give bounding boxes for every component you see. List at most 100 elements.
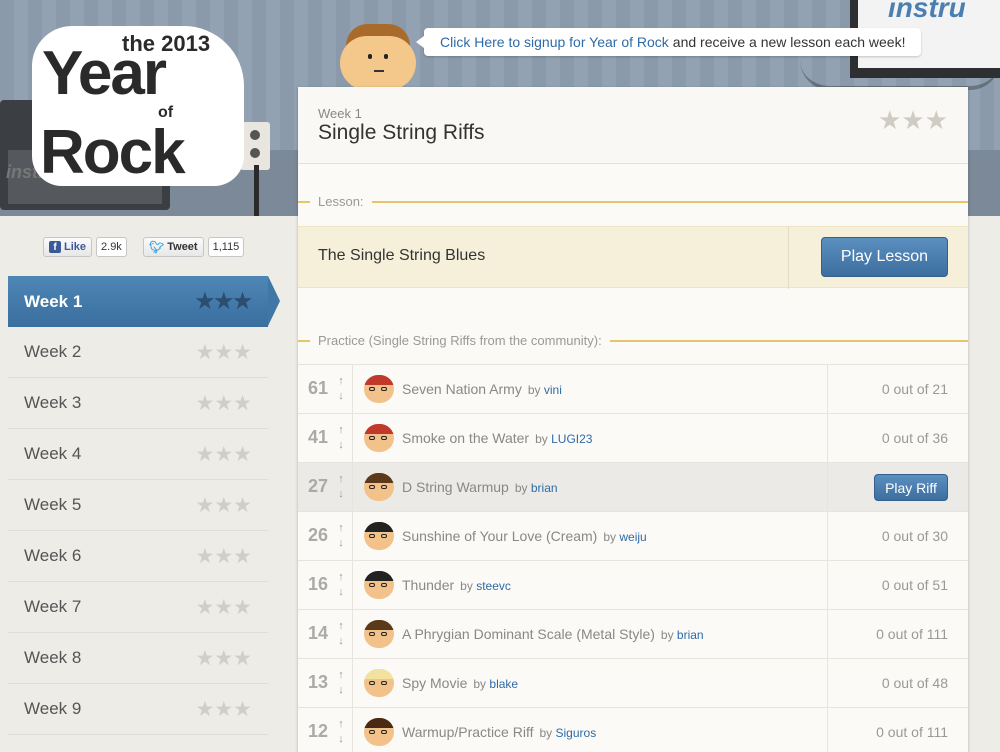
riff-author-link[interactable]: brian xyxy=(677,628,704,642)
practice-section-label: Practice (Single String Riffs from the c… xyxy=(310,333,610,348)
riff-progress: 0 out of 51 xyxy=(881,577,948,593)
tweet-count: 1,115 xyxy=(207,237,245,257)
sidebar-item-week-9[interactable]: Week 9 ★★★ xyxy=(8,684,268,735)
lesson-name: The Single String Blues xyxy=(318,247,486,264)
sidebar-item-week-7[interactable]: Week 7 ★★★ xyxy=(8,582,268,633)
stars-icon: ★★★ xyxy=(195,493,252,517)
riff-row[interactable]: 12 ↑ ↓ Warmup/Practice Riff by Siguros 0 out … xyxy=(298,707,968,752)
riff-title[interactable]: Sunshine of Your Love (Cream) xyxy=(402,528,597,544)
riff-title-wrap: Seven Nation Army by vini xyxy=(402,381,562,397)
vote-score: 41 xyxy=(308,427,329,447)
stars-icon: ★★★ xyxy=(195,391,252,415)
user-avatar xyxy=(364,424,394,452)
user-avatar xyxy=(364,571,394,599)
riff-row[interactable]: 61 ↑ ↓ Seven Nation Army by vini 0 out of 21 xyxy=(298,364,968,413)
user-avatar xyxy=(364,473,394,501)
lesson-section-header: Lesson: xyxy=(298,192,968,212)
play-lesson-button[interactable]: Play Lesson xyxy=(821,237,948,277)
riff-progress: 0 out of 36 xyxy=(881,430,948,446)
riff-author-link[interactable]: Siguros xyxy=(556,726,597,740)
vote-arrows-icon[interactable]: ↑ ↓ xyxy=(336,717,346,747)
lesson-panel: Week 1 Single String Riffs ★★★ Lesson: T… xyxy=(298,87,968,752)
vote-arrows-icon[interactable]: ↑ ↓ xyxy=(336,668,346,698)
vote-arrows-icon[interactable]: ↑ ↓ xyxy=(336,570,346,600)
riff-title[interactable]: D String Warmup xyxy=(402,479,509,495)
twitter-bird-icon: 🐦︎ xyxy=(149,240,165,254)
riff-row[interactable]: 27 ↑ ↓ D String Warmup by brian Play Riff xyxy=(298,462,968,511)
vote-arrows-icon[interactable]: ↑ ↓ xyxy=(336,521,346,551)
riff-author-link[interactable]: vini xyxy=(544,383,562,397)
facebook-icon: f xyxy=(49,241,61,253)
page-title: Single String Riffs xyxy=(318,121,485,144)
riff-author-link[interactable]: LUGI23 xyxy=(551,432,592,446)
vote-cell: 61 ↑ ↓ xyxy=(298,365,353,413)
by-label: by xyxy=(660,628,674,642)
sidebar-item-week-5[interactable]: Week 5 ★★★ xyxy=(8,480,268,531)
signup-banner: Click Here to signup for Year of Rock an… xyxy=(415,28,922,56)
riff-title-wrap: Warmup/Practice Riff by Siguros xyxy=(402,724,596,740)
riff-title-wrap: Thunder by steevc xyxy=(402,577,511,593)
stars-icon: ★★★ xyxy=(195,544,252,568)
by-label: by xyxy=(473,677,487,691)
facebook-like: f Like 2.9k xyxy=(43,237,127,257)
riff-title[interactable]: Smoke on the Water xyxy=(402,430,529,446)
user-avatar xyxy=(364,669,394,697)
vote-arrows-icon[interactable]: ↑ ↓ xyxy=(336,374,346,404)
like-label: Like xyxy=(64,241,87,253)
riff-title-wrap: Sunshine of Your Love (Cream) by weiju xyxy=(402,528,647,544)
riff-title[interactable]: Thunder xyxy=(402,577,454,593)
sidebar-item-week-1[interactable]: Week 1 ★★★ xyxy=(8,276,280,327)
riff-author-link[interactable]: blake xyxy=(489,677,518,691)
riff-progress: 0 out of 111 xyxy=(876,626,948,642)
week-label: Week 9 xyxy=(24,699,82,718)
week-label: Week 4 xyxy=(24,444,82,463)
vote-score: 26 xyxy=(308,525,329,545)
sidebar-item-week-8[interactable]: Week 8 ★★★ xyxy=(8,633,268,684)
user-avatar xyxy=(364,620,394,648)
week-label: Week 6 xyxy=(24,546,82,565)
play-riff-button[interactable]: Play Riff xyxy=(874,474,948,501)
riff-author-link[interactable]: weiju xyxy=(619,530,646,544)
riff-author-link[interactable]: brian xyxy=(531,481,558,495)
vote-score: 14 xyxy=(308,623,329,643)
by-label: by xyxy=(527,383,541,397)
sidebar-item-week-6[interactable]: Week 6 ★★★ xyxy=(8,531,268,582)
tweet-button[interactable]: 🐦︎ Tweet xyxy=(143,237,204,257)
week-label: Week 8 xyxy=(24,648,82,667)
sidebar-item-week-4[interactable]: Week 4 ★★★ xyxy=(8,429,268,480)
riff-row[interactable]: 26 ↑ ↓ Sunshine of Your Love (Cream) by weij… xyxy=(298,511,968,560)
by-label: by xyxy=(514,481,528,495)
week-sidebar: Week 1 ★★★ Week 2 ★★★ Week 3 ★★★ Week 4 ★★★ Week… xyxy=(8,276,280,735)
vote-score: 61 xyxy=(308,378,329,398)
signup-text: and receive a new lesson each week! xyxy=(672,34,906,50)
cable-illustration xyxy=(254,165,259,216)
riff-row[interactable]: 14 ↑ ↓ A Phrygian Dominant Scale (Metal Sty… xyxy=(298,609,968,658)
year-of-rock-logo[interactable]: the 2013 Year of Rock xyxy=(32,26,244,186)
riff-row[interactable]: 16 ↑ ↓ Thunder by steevc 0 out of 51 xyxy=(298,560,968,609)
riff-row[interactable]: 41 ↑ ↓ Smoke on the Water by LUGI23 0 out of … xyxy=(298,413,968,462)
sidebar-item-week-2[interactable]: Week 2 ★★★ xyxy=(8,327,268,378)
user-avatar xyxy=(364,522,394,550)
panel-header: Week 1 Single String Riffs ★★★ xyxy=(298,87,968,164)
riff-title[interactable]: Warmup/Practice Riff xyxy=(402,724,533,740)
week-label: Week 1 xyxy=(24,291,83,311)
sidebar-item-week-3[interactable]: Week 3 ★★★ xyxy=(8,378,268,429)
facebook-like-button[interactable]: f Like xyxy=(43,237,93,257)
riff-title[interactable]: Seven Nation Army xyxy=(402,381,522,397)
riff-row[interactable]: 13 ↑ ↓ Spy Movie by blake 0 out of 48 xyxy=(298,658,968,707)
signup-link[interactable]: Click Here to signup for Year of Rock xyxy=(440,34,669,50)
week-label: Week 1 xyxy=(318,106,362,121)
riff-title[interactable]: Spy Movie xyxy=(402,675,467,691)
week-label: Week 2 xyxy=(24,342,82,361)
vote-arrows-icon[interactable]: ↑ ↓ xyxy=(336,472,346,502)
by-label: by xyxy=(539,726,553,740)
riff-title[interactable]: A Phrygian Dominant Scale (Metal Style) xyxy=(402,626,655,642)
vote-cell: 16 ↑ ↓ xyxy=(298,561,353,609)
vote-arrows-icon[interactable]: ↑ ↓ xyxy=(336,423,346,453)
riff-author-link[interactable]: steevc xyxy=(476,579,511,593)
vote-cell: 41 ↑ ↓ xyxy=(298,414,353,462)
vote-arrows-icon[interactable]: ↑ ↓ xyxy=(336,619,346,649)
vote-cell: 26 ↑ ↓ xyxy=(298,512,353,560)
rating-stars-icon: ★★★ xyxy=(878,105,948,135)
stars-icon: ★★★ xyxy=(195,442,252,466)
